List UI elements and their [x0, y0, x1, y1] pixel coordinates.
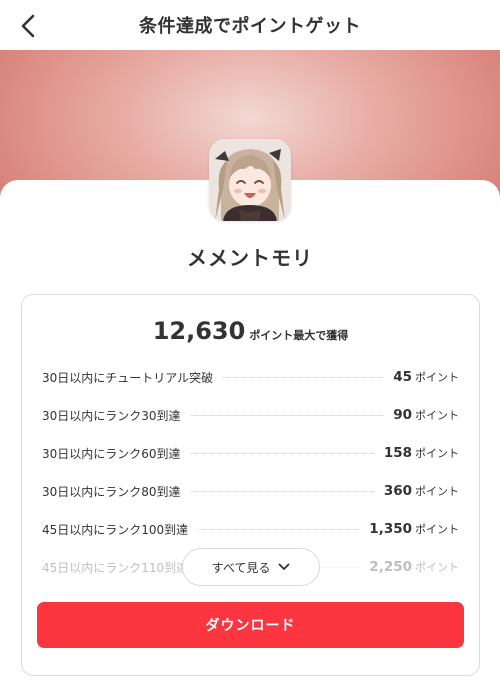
mission-row: 30日以内にチュートリアル突破 45 ポイント — [42, 367, 459, 387]
page-title: 条件達成でポイントゲット — [139, 16, 361, 37]
mission-points-unit: ポイント — [415, 409, 459, 422]
mission-points: 45 — [393, 369, 412, 385]
dotted-leader — [190, 452, 374, 454]
download-button[interactable]: ダウンロード — [37, 602, 464, 648]
mission-label: 45日以内にランク100到達 — [42, 522, 189, 537]
mission-label: 30日以内にランク30到達 — [42, 408, 181, 423]
missions-card: 12,630 ポイント最大で獲得 30日以内にチュートリアル突破 45 ポイント 3… — [21, 294, 480, 676]
mission-points: 2,250 — [369, 559, 412, 575]
mission-points: 1,350 — [369, 521, 412, 537]
chevron-left-icon — [21, 14, 35, 38]
max-points-summary: 12,630 ポイント最大で獲得 — [22, 317, 479, 345]
dotted-leader — [190, 414, 384, 416]
mission-points-unit: ポイント — [415, 371, 459, 384]
max-points-suffix: ポイント最大で獲得 — [249, 329, 349, 342]
mission-label: 30日以内にチュートリアル突破 — [42, 370, 214, 385]
header-bar: 条件達成でポイントゲット — [0, 0, 500, 50]
mission-points-unit: ポイント — [415, 523, 459, 536]
mission-points: 90 — [393, 407, 412, 423]
chevron-down-icon — [278, 563, 290, 571]
mission-row: 30日以内にランク80到達 360 ポイント — [42, 481, 459, 501]
mission-points-unit: ポイント — [415, 447, 459, 460]
dotted-leader — [190, 490, 374, 492]
app-icon-artwork — [209, 139, 291, 221]
app-icon — [209, 139, 291, 221]
mission-label: 45日以内にランク110到達 — [42, 560, 189, 575]
app-name: メメントモリ — [187, 246, 313, 270]
mission-label: 30日以内にランク80到達 — [42, 484, 181, 499]
dotted-leader — [198, 528, 360, 530]
download-label: ダウンロード — [205, 618, 296, 634]
mission-points: 360 — [383, 483, 412, 499]
mission-row: 30日以内にランク60到達 158 ポイント — [42, 443, 459, 463]
back-button[interactable] — [14, 12, 42, 40]
dotted-leader — [223, 376, 384, 378]
max-points-value: 12,630 — [152, 317, 246, 345]
mission-points: 158 — [383, 445, 412, 461]
mission-points-unit: ポイント — [415, 485, 459, 498]
mission-row: 30日以内にランク30到達 90 ポイント — [42, 405, 459, 425]
mission-points-unit: ポイント — [415, 561, 459, 574]
mission-label: 30日以内にランク60到達 — [42, 446, 181, 461]
mission-row: 45日以内にランク100到達 1,350 ポイント — [42, 519, 459, 539]
see-all-label: すべて見る — [211, 560, 271, 575]
see-all-button[interactable]: すべて見る — [182, 548, 320, 586]
